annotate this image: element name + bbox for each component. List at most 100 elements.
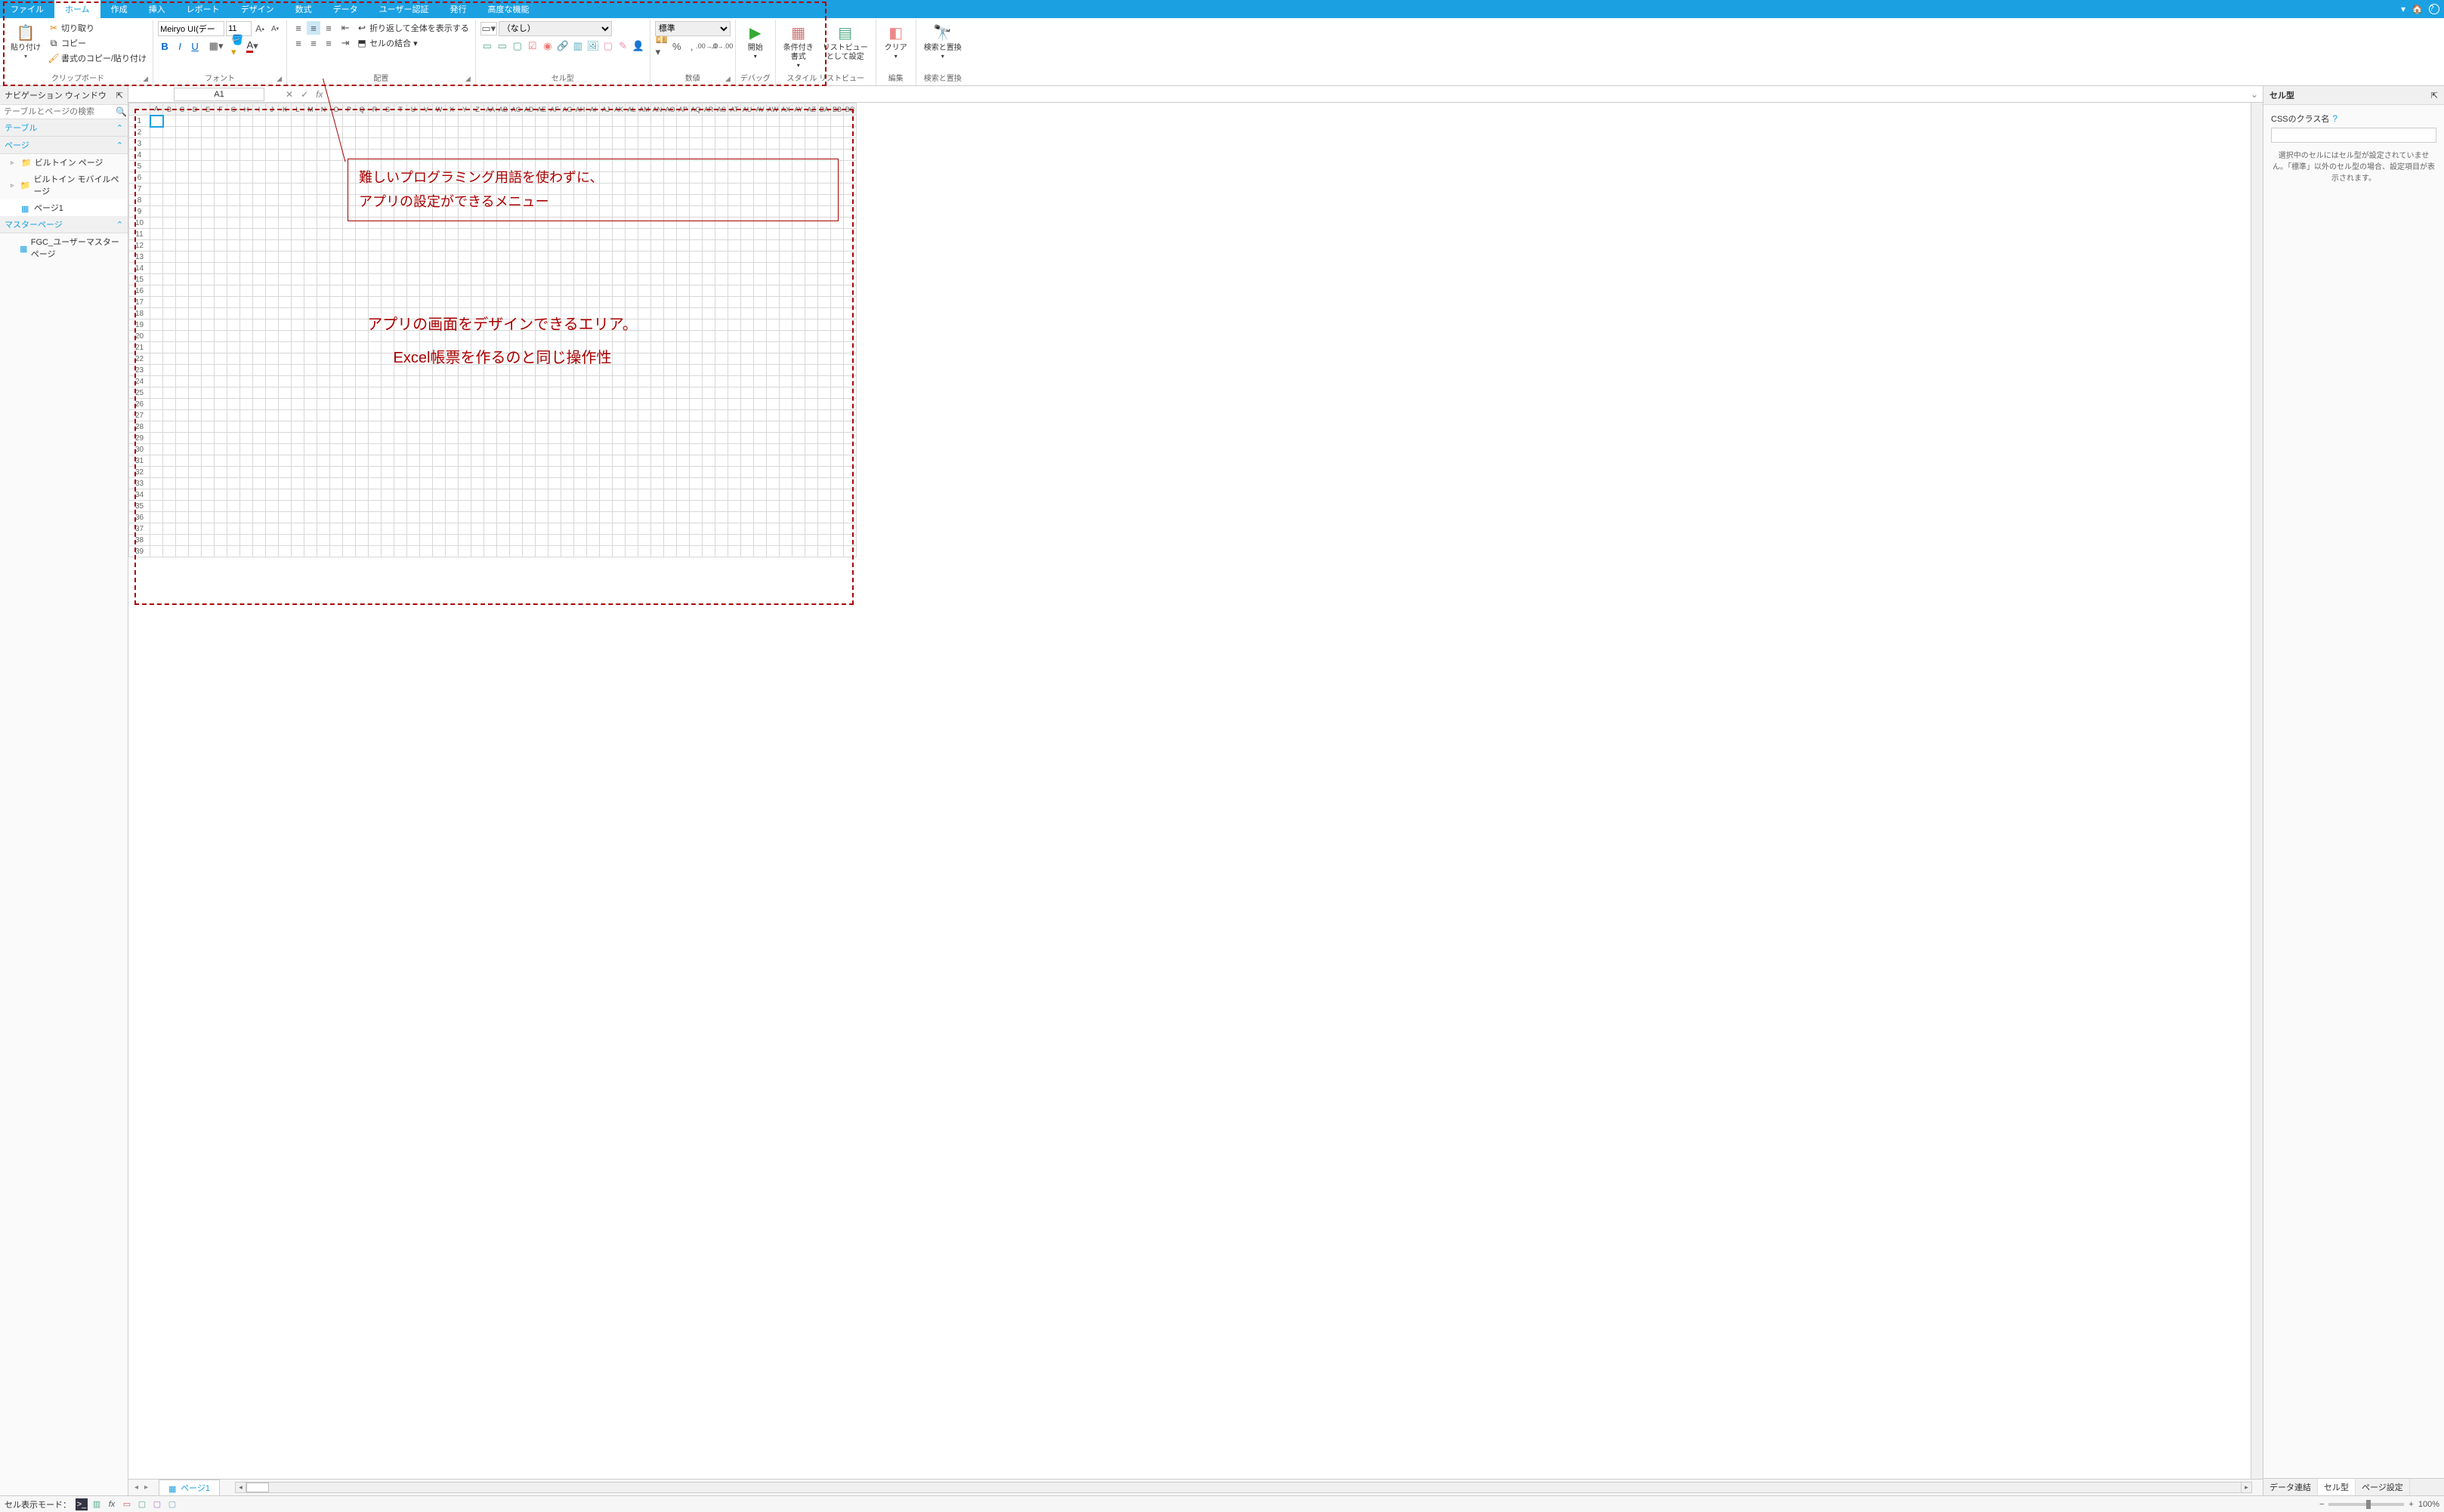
grow-font-button[interactable]: A▴ — [253, 22, 267, 35]
cell[interactable] — [394, 353, 407, 365]
cell[interactable] — [202, 353, 215, 365]
cell[interactable] — [446, 489, 459, 501]
cell[interactable] — [304, 399, 317, 410]
cell[interactable] — [844, 229, 857, 240]
col-header[interactable]: R — [369, 103, 382, 116]
cell[interactable] — [626, 455, 638, 467]
cell[interactable] — [471, 331, 484, 342]
cell[interactable] — [754, 308, 767, 319]
cell[interactable] — [304, 274, 317, 285]
cell[interactable] — [613, 478, 626, 489]
cell[interactable] — [163, 489, 176, 501]
cell[interactable] — [690, 150, 703, 161]
cell[interactable] — [587, 319, 600, 331]
cell[interactable] — [356, 546, 369, 557]
cell[interactable] — [343, 353, 356, 365]
cell[interactable] — [497, 365, 510, 376]
cell[interactable] — [176, 399, 189, 410]
cell[interactable] — [497, 478, 510, 489]
cell[interactable] — [189, 161, 202, 172]
cell[interactable] — [548, 523, 561, 535]
cell[interactable] — [600, 184, 613, 195]
cell[interactable] — [189, 501, 202, 512]
cell[interactable] — [510, 376, 523, 387]
cell[interactable] — [253, 297, 266, 308]
cell[interactable] — [626, 285, 638, 297]
cell[interactable] — [613, 138, 626, 150]
cell[interactable] — [369, 478, 382, 489]
cell[interactable] — [523, 342, 536, 353]
cell[interactable] — [523, 478, 536, 489]
cell[interactable] — [703, 297, 715, 308]
cell[interactable] — [304, 444, 317, 455]
cell[interactable] — [536, 172, 548, 184]
cell[interactable] — [728, 489, 741, 501]
col-header[interactable]: D — [189, 103, 202, 116]
col-header[interactable]: BA — [818, 103, 831, 116]
cell[interactable] — [317, 116, 330, 127]
cell[interactable] — [793, 274, 805, 285]
col-header[interactable]: L — [292, 103, 304, 116]
cell[interactable] — [818, 353, 831, 365]
cell[interactable] — [163, 399, 176, 410]
cell[interactable] — [420, 263, 433, 274]
cell[interactable] — [767, 319, 780, 331]
cell[interactable] — [356, 263, 369, 274]
cell[interactable] — [176, 455, 189, 467]
cell[interactable] — [561, 116, 574, 127]
cell[interactable] — [831, 467, 844, 478]
cell[interactable] — [330, 455, 343, 467]
cell[interactable] — [497, 218, 510, 229]
cell[interactable] — [574, 410, 587, 421]
cell[interactable] — [433, 297, 446, 308]
start-button[interactable]: ▶ 開始 ▾ — [740, 21, 771, 62]
cell[interactable] — [626, 342, 638, 353]
cell[interactable] — [536, 523, 548, 535]
cell[interactable] — [754, 489, 767, 501]
cell[interactable] — [728, 512, 741, 523]
celltype-icon-7[interactable]: ▥ — [571, 39, 585, 53]
cell[interactable] — [420, 546, 433, 557]
cell[interactable] — [690, 410, 703, 421]
cell[interactable] — [356, 535, 369, 546]
cell[interactable] — [690, 421, 703, 433]
cell[interactable] — [793, 546, 805, 557]
cell[interactable] — [446, 399, 459, 410]
cell[interactable] — [356, 489, 369, 501]
cell[interactable] — [574, 229, 587, 240]
cell[interactable] — [343, 342, 356, 353]
cell[interactable] — [330, 195, 343, 206]
col-header[interactable]: X — [446, 103, 459, 116]
cell[interactable] — [523, 229, 536, 240]
cell[interactable] — [536, 206, 548, 218]
col-header[interactable]: W — [433, 103, 446, 116]
cell[interactable] — [304, 433, 317, 444]
cell[interactable] — [818, 331, 831, 342]
cell[interactable] — [266, 319, 279, 331]
cell[interactable] — [638, 342, 651, 353]
cell[interactable] — [471, 353, 484, 365]
cell[interactable] — [587, 535, 600, 546]
cell[interactable] — [253, 161, 266, 172]
cell[interactable] — [587, 342, 600, 353]
cell[interactable] — [304, 489, 317, 501]
cell[interactable] — [638, 501, 651, 512]
row-header[interactable]: 11 — [129, 229, 150, 240]
cell[interactable] — [651, 342, 664, 353]
cell[interactable] — [189, 251, 202, 263]
cell[interactable] — [497, 501, 510, 512]
cell[interactable] — [613, 251, 626, 263]
cell[interactable] — [279, 161, 292, 172]
cell[interactable] — [613, 501, 626, 512]
cell[interactable] — [780, 274, 793, 285]
cell[interactable] — [548, 251, 561, 263]
cell[interactable] — [279, 195, 292, 206]
cell[interactable] — [780, 512, 793, 523]
cell[interactable] — [574, 546, 587, 557]
cell[interactable] — [382, 297, 394, 308]
cell[interactable] — [523, 535, 536, 546]
cell[interactable] — [446, 297, 459, 308]
cell[interactable] — [279, 342, 292, 353]
cell[interactable] — [523, 195, 536, 206]
clipboard-launcher[interactable]: ◢ — [143, 75, 148, 83]
